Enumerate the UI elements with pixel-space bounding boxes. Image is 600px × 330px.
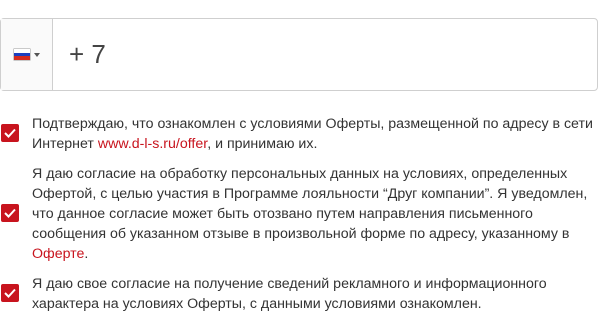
checkmark-icon — [4, 288, 16, 298]
consent-advertising-checkbox[interactable] — [1, 284, 19, 302]
consent-offer-checkbox[interactable] — [1, 124, 19, 142]
consent-advertising: Я даю свое согласие на получение сведени… — [0, 274, 600, 314]
phone-input[interactable] — [53, 19, 597, 90]
checkmark-icon — [4, 208, 16, 218]
phone-field — [0, 18, 598, 91]
consent-personal-data: Я даю согласие на обработку персональных… — [0, 164, 600, 264]
russia-flag-icon — [13, 49, 30, 61]
consent-advertising-text: Я даю свое согласие на получение сведени… — [32, 276, 547, 312]
chevron-down-icon — [33, 52, 40, 57]
consent-offer-text-end: , и принимаю их. — [207, 136, 318, 152]
checkmark-icon — [4, 128, 16, 138]
offer-link[interactable]: Оферте — [32, 246, 84, 262]
consent-offer-terms: Подтверждаю, что ознакомлен с условиями … — [0, 114, 600, 154]
offer-url-link[interactable]: www.d-l-s.ru/offer — [98, 136, 207, 152]
consent-personal-data-text-end: . — [84, 246, 89, 262]
consent-list: Подтверждаю, что ознакомлен с условиями … — [0, 114, 600, 314]
consent-personal-data-checkbox[interactable] — [1, 204, 19, 222]
consent-personal-data-text: Я даю согласие на обработку персональных… — [32, 166, 588, 242]
country-select[interactable] — [1, 19, 53, 90]
